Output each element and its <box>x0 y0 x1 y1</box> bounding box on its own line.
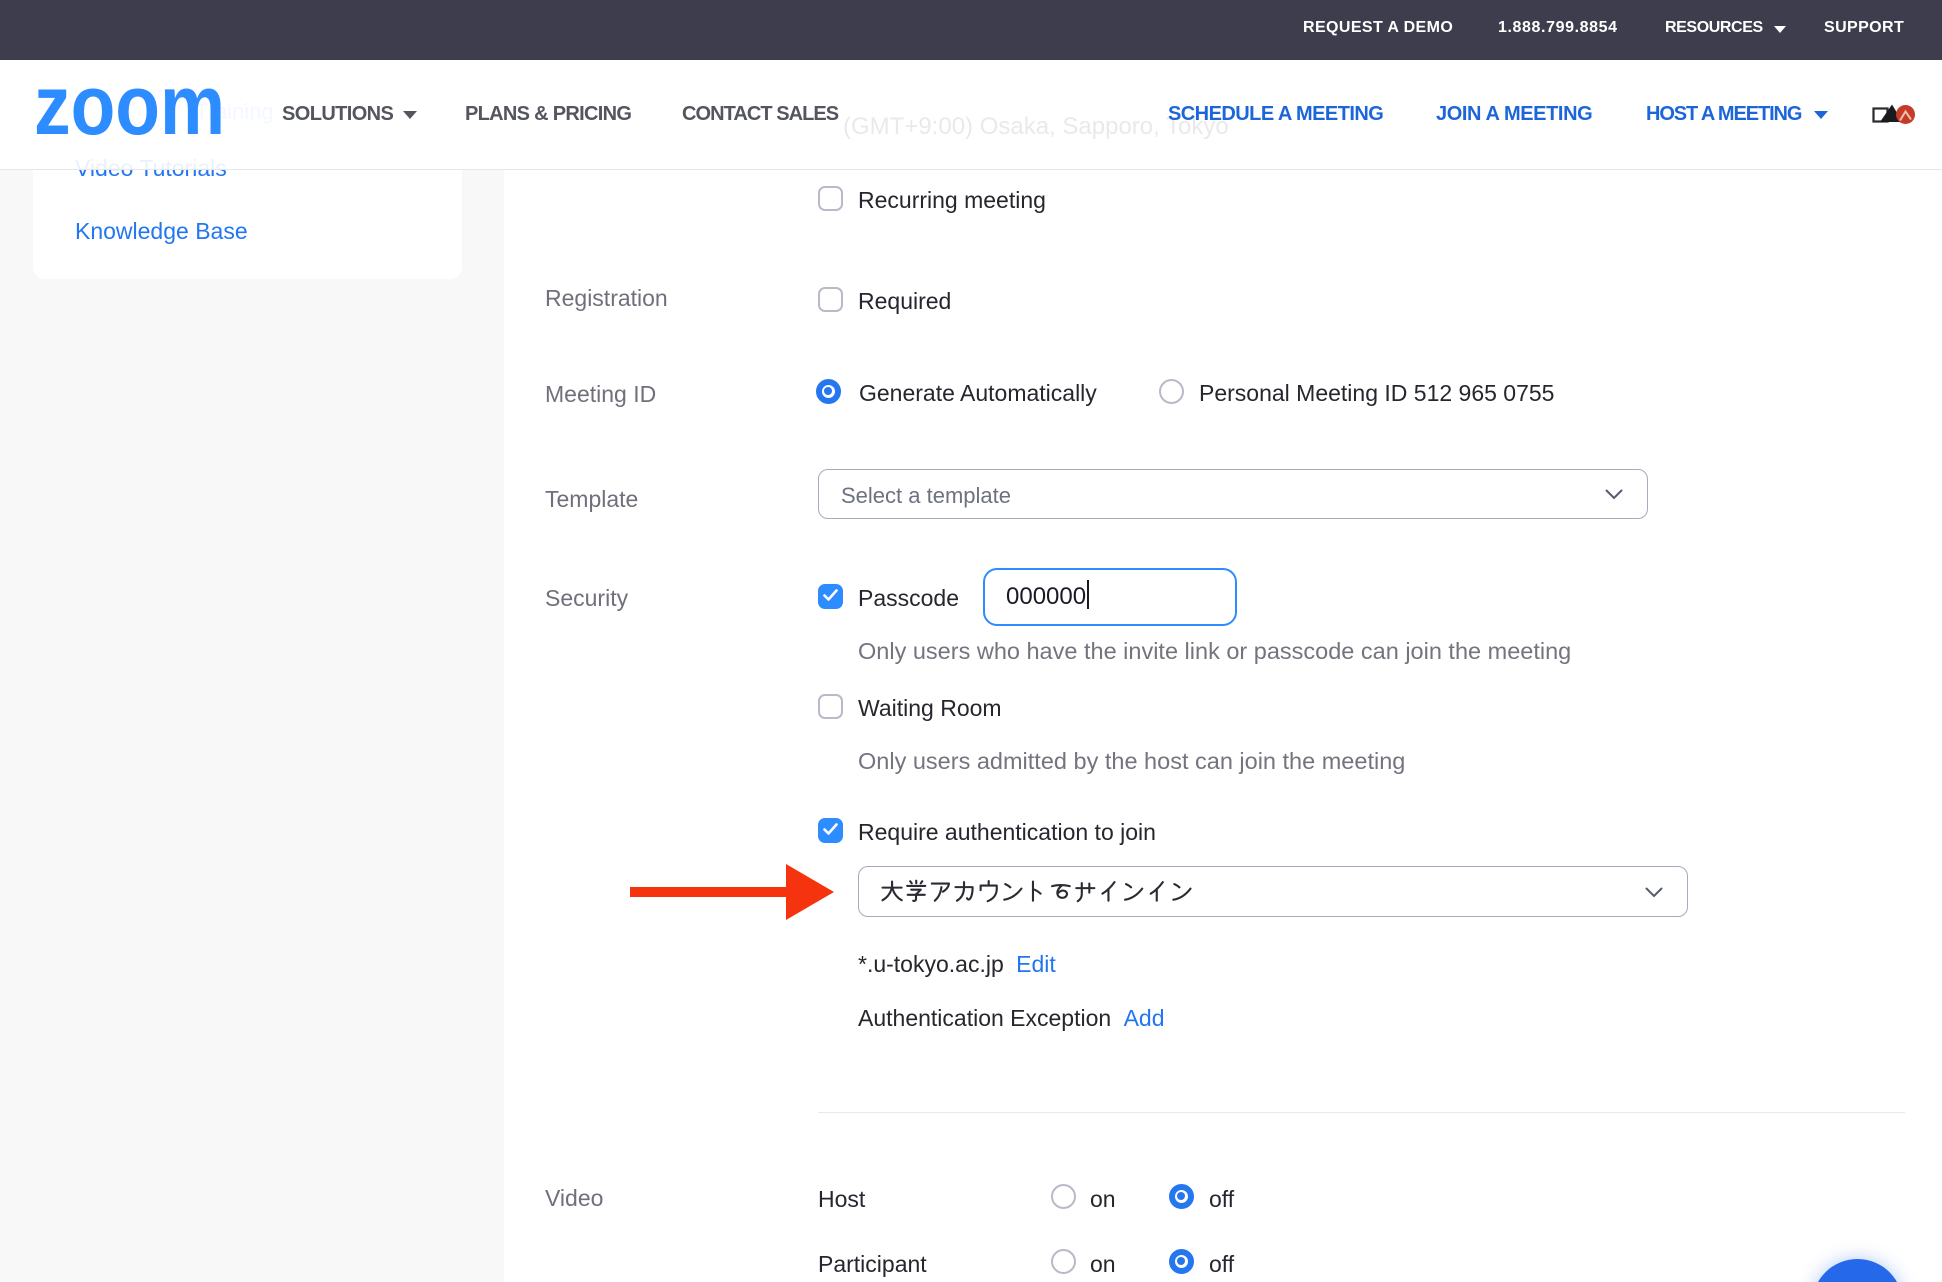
svg-text:zoom: zoom <box>34 83 225 135</box>
